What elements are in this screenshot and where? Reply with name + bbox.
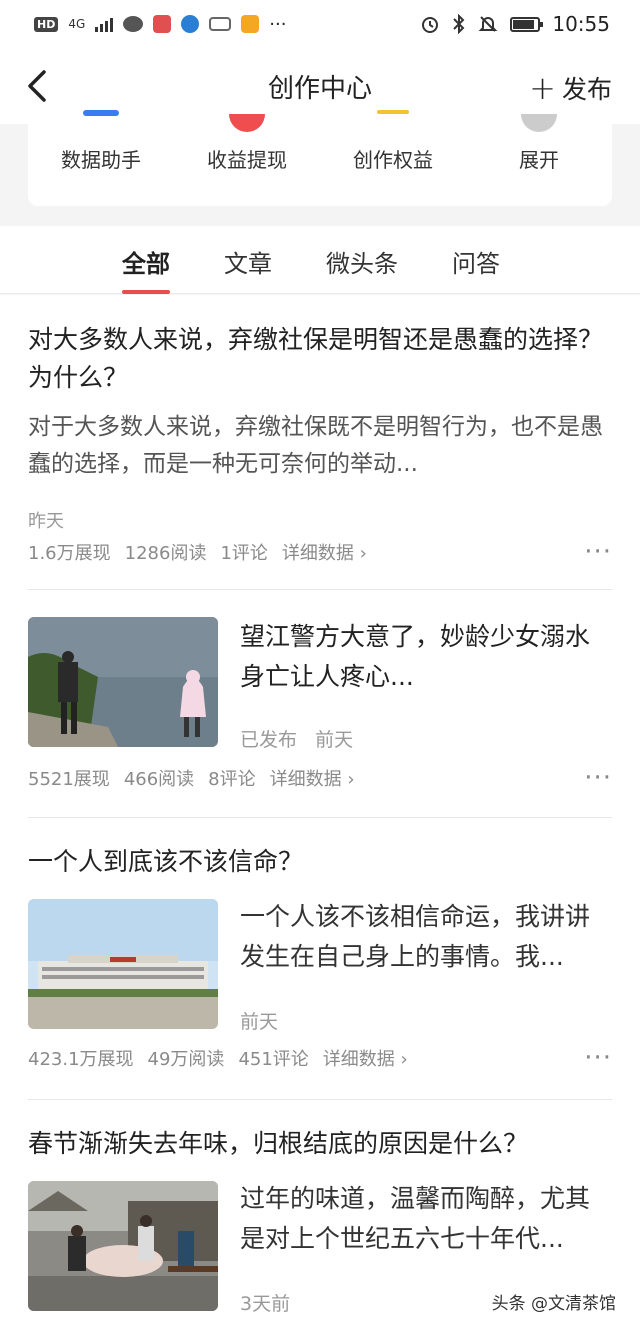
item-title: 望江警方大意了，妙龄少女溺水身亡让人疼心... xyxy=(240,622,591,691)
signal-icon xyxy=(95,16,114,32)
publish-label: 发布 xyxy=(561,75,612,104)
tool-data-assistant[interactable]: 数据助手 xyxy=(28,110,174,206)
reads: 1286阅读 xyxy=(124,543,207,564)
calligraphy-app-icon xyxy=(209,17,232,31)
item-abstract: 一个人该不该相信命运，我讲讲发生在自己身上的事情。我... xyxy=(240,902,591,971)
tools-card: 数据助手 收益提现 创作权益 展开 xyxy=(28,110,612,206)
tool-label: 创作权益 xyxy=(353,148,433,172)
detail-data-link[interactable]: 详细数据 › xyxy=(282,539,367,565)
content-tabs: 全部 文章 微头条 问答 xyxy=(0,226,640,294)
tab-label: 问答 xyxy=(452,250,500,278)
watermark: 头条 @文清茶馆 xyxy=(491,1294,616,1314)
impressions: 423.1万展现 xyxy=(28,1049,134,1070)
chevron-right-icon: › xyxy=(347,769,355,790)
tab-label: 文章 xyxy=(224,250,272,278)
browser-app-icon xyxy=(181,15,200,33)
item-abstract: 过年的味道，温馨而陶醉，尤其是对上个世纪五六七十年代... xyxy=(240,1184,591,1253)
more-options-icon[interactable]: ··· xyxy=(584,539,612,565)
tab-label: 全部 xyxy=(122,250,170,278)
tab-qa[interactable]: 问答 xyxy=(452,226,500,294)
divider xyxy=(28,1099,612,1100)
tab-articles[interactable]: 文章 xyxy=(224,226,272,294)
more-options-icon[interactable]: ··· xyxy=(584,765,612,791)
data-assistant-icon xyxy=(83,110,119,116)
item-time: 3天前 xyxy=(240,1293,291,1315)
tools-section: 数据助手 收益提现 创作权益 展开 xyxy=(0,110,640,224)
expand-icon xyxy=(521,114,557,132)
item-title: 一个人到底该不该信命？ xyxy=(28,847,304,876)
tool-label: 展开 xyxy=(519,148,559,172)
tab-micro-posts[interactable]: 微头条 xyxy=(326,226,398,294)
clock: 10:55 xyxy=(552,12,610,36)
item-stats: 1.6万展现 1286阅读 1评论 详细数据 › xyxy=(28,539,367,565)
mute-bell-icon xyxy=(478,16,498,32)
item-time: 昨天 xyxy=(28,511,64,532)
detail-label: 详细数据 xyxy=(322,1049,395,1070)
hd-badge: HD xyxy=(34,16,59,32)
tool-withdraw[interactable]: 收益提现 xyxy=(174,114,320,206)
tab-all[interactable]: 全部 xyxy=(122,226,170,294)
bluetooth-icon xyxy=(453,14,465,34)
tool-rights[interactable]: 创作权益 xyxy=(320,110,466,206)
impressions: 5521展现 xyxy=(28,769,110,790)
chevron-right-icon: › xyxy=(359,543,367,564)
battery-icon xyxy=(510,16,544,32)
book-app-icon xyxy=(153,15,172,33)
network-type: 4G xyxy=(68,17,86,31)
item-thumbnail xyxy=(28,1181,218,1311)
reads: 49万阅读 xyxy=(147,1049,225,1070)
detail-label: 详细数据 xyxy=(269,769,342,790)
divider xyxy=(28,817,612,818)
building-image xyxy=(28,899,218,1029)
feed-item[interactable]: 望江警方大意了，妙龄少女溺水身亡让人疼心... 已发布 前天 5521展现 46… xyxy=(28,617,612,797)
tool-expand[interactable]: 展开 xyxy=(466,114,612,206)
comments: 8评论 xyxy=(208,769,256,790)
more-options-icon[interactable]: ··· xyxy=(584,1045,612,1071)
back-icon[interactable] xyxy=(22,66,58,106)
item-title: 对大多数人来说，弃缴社保是明智还是愚蠢的选择？为什么？ xyxy=(28,325,604,392)
chevron-right-icon: › xyxy=(400,1049,408,1070)
content-feed: 对大多数人来说，弃缴社保是明智还是愚蠢的选择？为什么？ 对于大多数人来说，弃缴社… xyxy=(0,295,640,1330)
item-thumbnail xyxy=(28,899,218,1029)
feed-item[interactable]: 对大多数人来说，弃缴社保是明智还是愚蠢的选择？为什么？ 对于大多数人来说，弃缴社… xyxy=(28,321,612,571)
withdraw-icon xyxy=(229,114,265,132)
item-stats: 423.1万展现 49万阅读 451评论 详细数据 › xyxy=(28,1045,408,1071)
publish-button[interactable]: + 发布 xyxy=(529,70,612,106)
detail-data-link[interactable]: 详细数据 › xyxy=(323,1045,408,1071)
item-abstract: 对于大多数人来说，弃缴社保既不是明智行为，也不是愚蠢的选择，而是一种无可奈何的举… xyxy=(28,414,603,477)
item-time: 前天 xyxy=(315,729,354,751)
impressions: 1.6万展现 xyxy=(28,543,111,564)
tool-label: 数据助手 xyxy=(61,148,141,172)
tab-label: 微头条 xyxy=(326,250,398,278)
publish-status: 已发布 xyxy=(240,729,298,751)
item-thumbnail xyxy=(28,617,218,747)
lake-image xyxy=(28,617,218,747)
alarm-icon xyxy=(422,17,439,33)
tool-label: 收益提现 xyxy=(207,148,287,172)
divider xyxy=(28,589,612,590)
comments: 451评论 xyxy=(238,1049,309,1070)
more-notifications-icon: ··· xyxy=(269,13,287,35)
item-title: 春节渐渐失去年味，归根结底的原因是什么？ xyxy=(28,1129,529,1158)
detail-data-link[interactable]: 详细数据 › xyxy=(270,765,355,791)
item-time: 前天 xyxy=(240,1011,279,1033)
wechat-icon xyxy=(123,16,144,32)
plus-icon: + xyxy=(529,69,556,107)
reads: 466阅读 xyxy=(123,769,195,790)
active-tab-indicator xyxy=(122,290,170,294)
item-status: 已发布 前天 xyxy=(240,725,353,752)
rights-icon xyxy=(377,110,409,114)
video-app-icon xyxy=(241,15,260,33)
detail-label: 详细数据 xyxy=(281,543,354,564)
comments: 1评论 xyxy=(220,543,268,564)
status-bar: HD 4G ··· 10:55 xyxy=(0,0,640,48)
page-title: 创作中心 xyxy=(267,73,372,104)
item-stats: 5521展现 466阅读 8评论 详细数据 › xyxy=(28,765,355,791)
feed-item[interactable]: 一个人到底该不该信命？ 一个人该不该相信命运，我讲讲发生在自己身上的事情。我..… xyxy=(28,843,612,1083)
village-image xyxy=(28,1181,218,1311)
